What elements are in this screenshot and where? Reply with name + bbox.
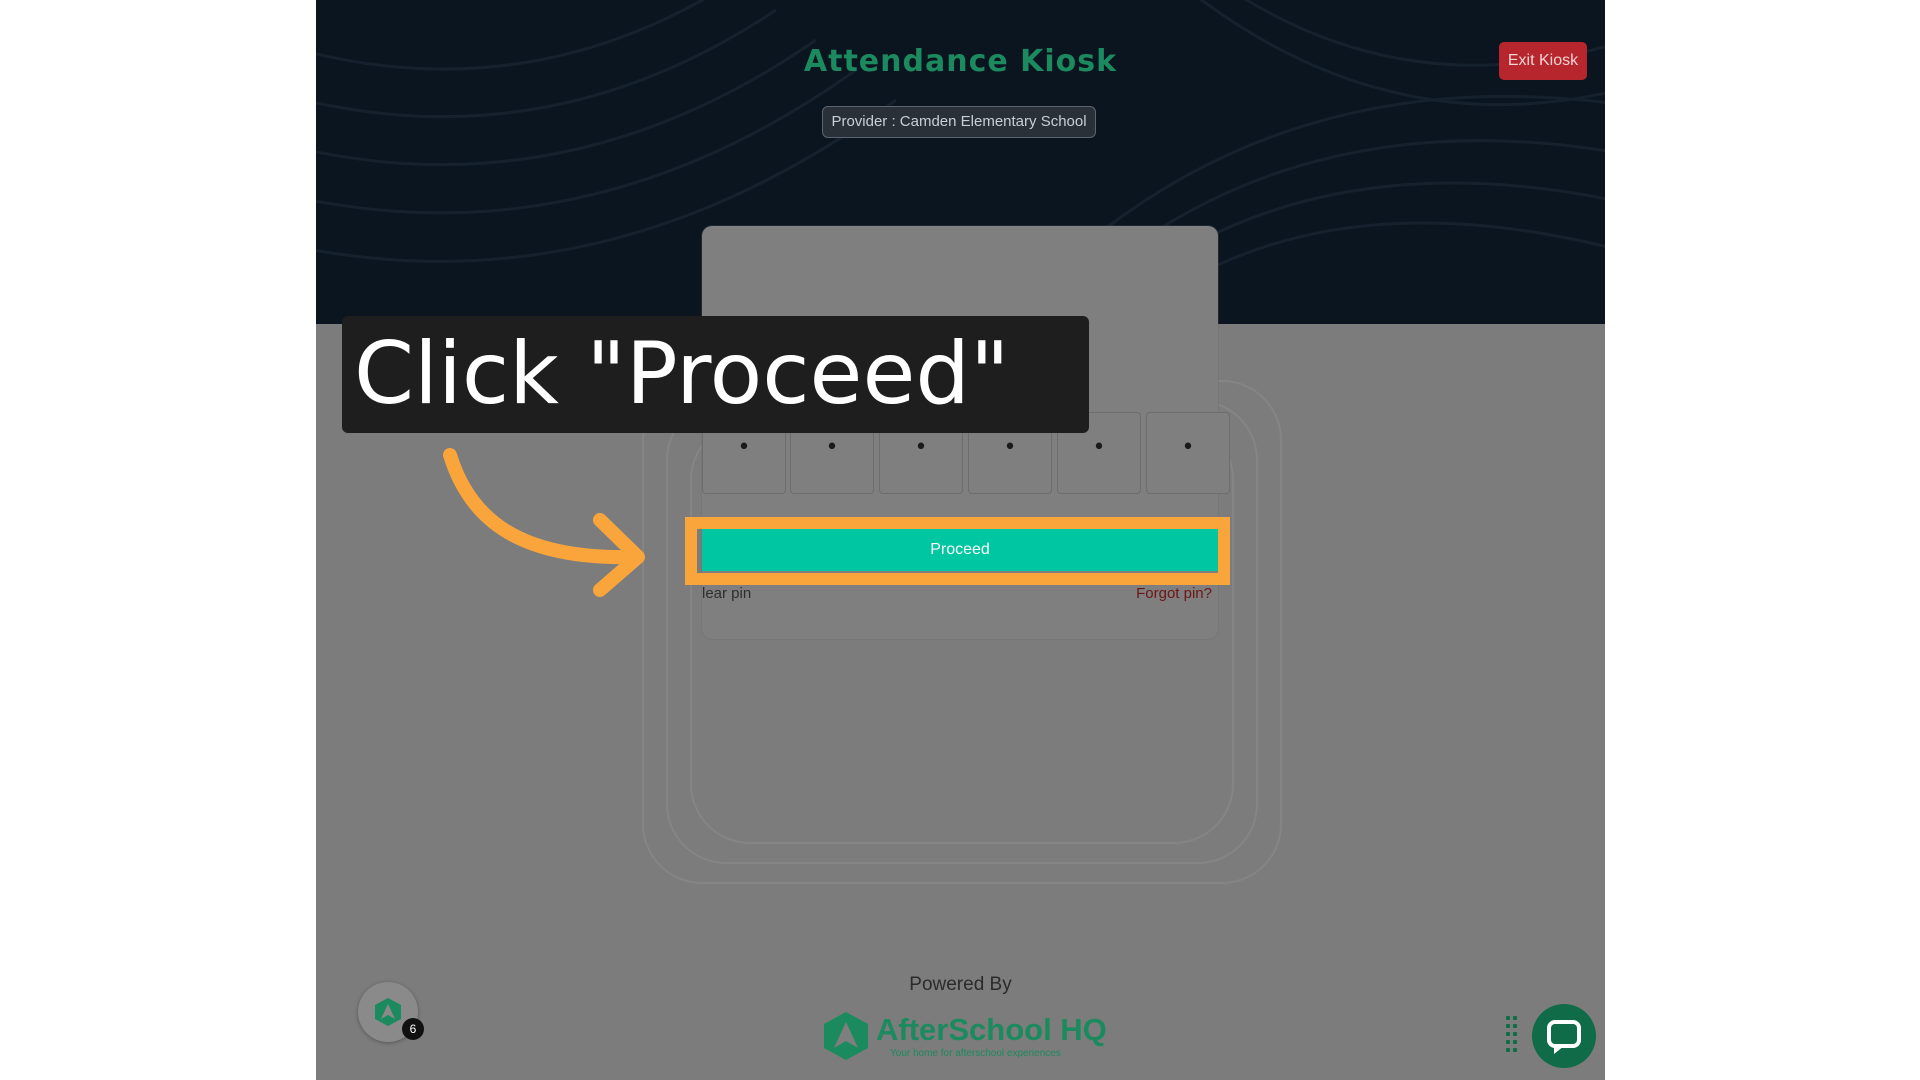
chat-button[interactable] — [1532, 1004, 1596, 1068]
proceed-highlight-box — [685, 517, 1230, 585]
callout-text: Click "Proceed" — [354, 324, 1010, 424]
pointer-arrow-icon — [443, 448, 645, 597]
brand-tagline: Your home for afterschool experiences — [890, 1048, 1061, 1059]
afterschool-launcher-button[interactable]: 6 — [358, 982, 424, 1042]
provider-badge: Provider : Camden Elementary School — [822, 106, 1096, 138]
brand-logo: AfterSchool HQ Your home for afterschool… — [822, 1006, 1122, 1060]
chat-bubble-icon — [1547, 1020, 1581, 1054]
powered-by-label: Powered By — [909, 974, 1012, 995]
notification-count-badge: 6 — [402, 1018, 424, 1040]
instruction-callout: Click "Proceed" — [342, 316, 1089, 433]
forgot-pin-link[interactable]: Forgot pin? — [1136, 585, 1212, 602]
afterschool-hq-logo-icon — [375, 998, 401, 1026]
drag-grip-icon[interactable] — [1506, 1016, 1522, 1052]
exit-kiosk-button[interactable]: Exit Kiosk — [1499, 42, 1587, 80]
brand-name: AfterSchool HQ — [876, 1012, 1107, 1047]
afterschool-hq-logo-icon — [824, 1012, 868, 1060]
pin-digit-input[interactable]: • — [1146, 412, 1230, 494]
clear-pin-link[interactable]: lear pin — [702, 585, 751, 602]
app-title: Attendance Kiosk — [803, 44, 1118, 79]
